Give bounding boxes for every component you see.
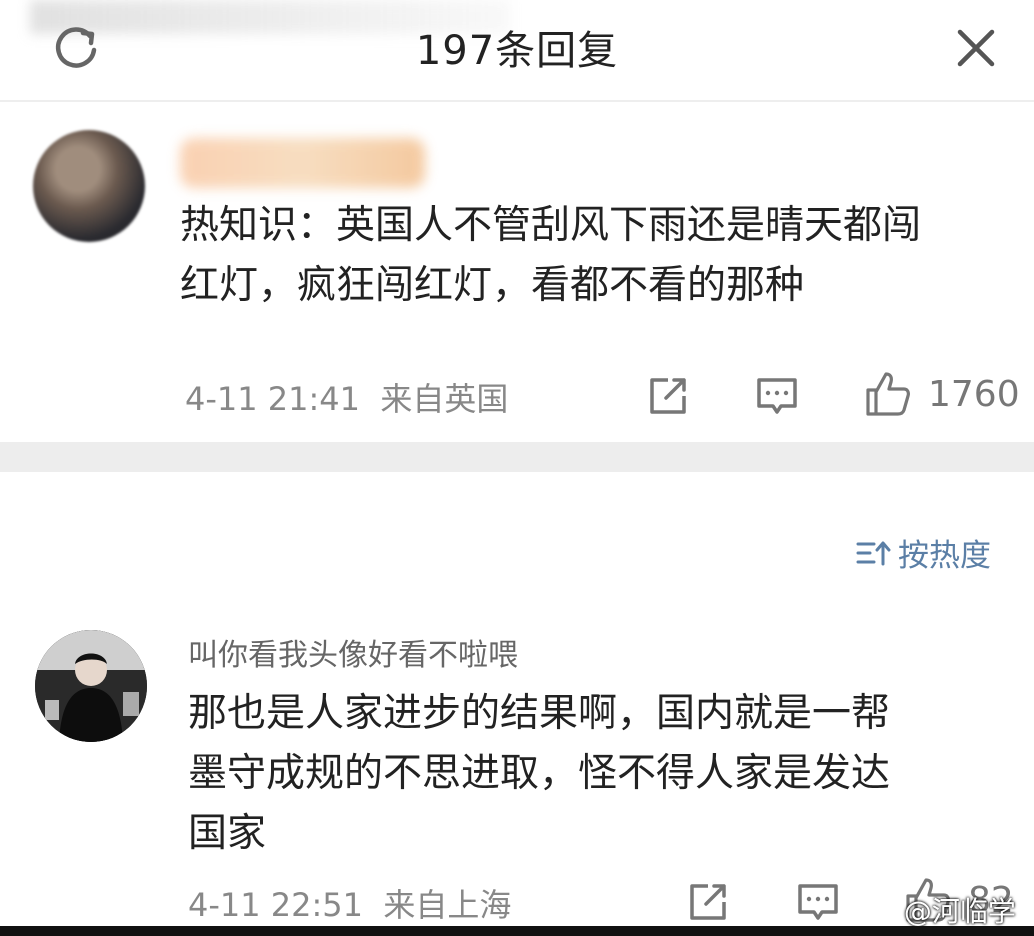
comment-time: 4-11 21:41: [185, 380, 361, 418]
username-blurred[interactable]: [180, 138, 425, 188]
comment-icon[interactable]: [796, 880, 840, 924]
comment-location: 来自上海: [383, 886, 512, 924]
comment-text: 热知识：英国人不管刮风下雨还是晴天都闯 红灯，疯狂闯红灯，看都不看的那种: [180, 203, 922, 308]
like-icon[interactable]: [864, 370, 912, 418]
comment-meta: 4-11 21:41 来自英国: [185, 374, 508, 420]
bottom-edge: [0, 926, 1034, 936]
avatar-image: [35, 630, 147, 742]
comment-text: 那也是人家进步的结果啊，国内就是一帮 墨守成规的不思进取，怪不得人家是发达 国家: [188, 691, 891, 856]
sort-icon: [856, 541, 891, 565]
like-count: 1760: [928, 374, 1020, 415]
sort-button[interactable]: 按热度: [856, 530, 991, 575]
header: 197条回复: [0, 0, 1034, 102]
share-icon[interactable]: [686, 880, 730, 924]
comment-time: 4-11 22:51: [188, 886, 364, 924]
reply-page: 197条回复 热知识：英国人不管刮风下雨还是晴天都闯 红灯，疯狂闯红灯，看都不看…: [0, 0, 1034, 936]
section-divider: [0, 442, 1034, 472]
comment-icon[interactable]: [755, 374, 799, 418]
close-icon[interactable]: [950, 22, 1002, 74]
avatar[interactable]: [33, 130, 145, 242]
comment-meta: 4-11 22:51 来自上海: [188, 880, 511, 926]
share-icon[interactable]: [646, 374, 690, 418]
avatar[interactable]: [35, 630, 147, 742]
comment-location: 来自英国: [380, 380, 509, 418]
sort-label: 按热度: [898, 538, 991, 574]
username[interactable]: 叫你看我头像好看不啦喂: [188, 630, 518, 674]
page-title: 197条回复: [415, 28, 619, 74]
